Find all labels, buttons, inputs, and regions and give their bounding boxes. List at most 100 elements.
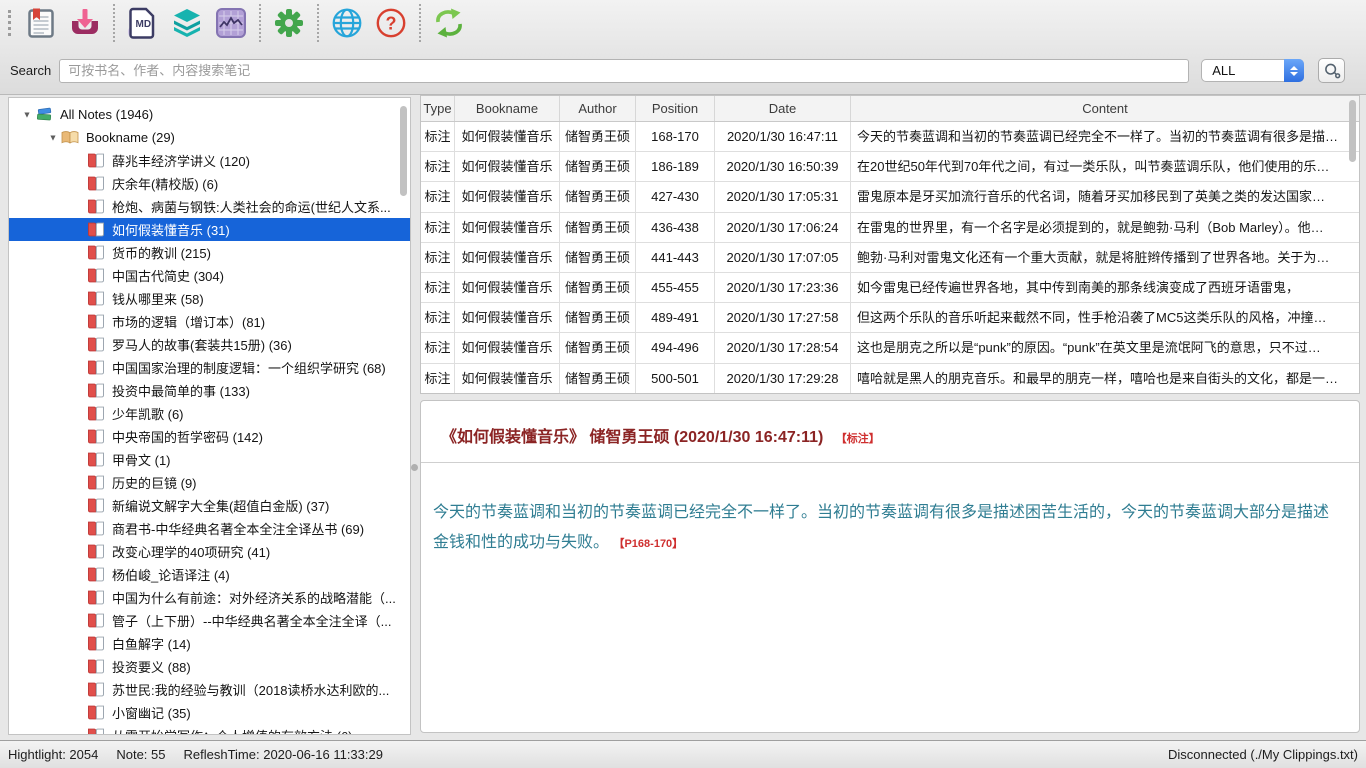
tree-item-icon [87,544,107,560]
tree-item-label: 少年凯歌 (6) [112,404,184,423]
tree-item[interactable]: ▼ 商君书-中华经典名著全本全注全译丛书 (69) [9,517,410,540]
cell-author: 储智勇王硕 [560,273,636,302]
tree-item[interactable]: ▼ 市场的逻辑（增订本）(81) [9,310,410,333]
sidebar-scrollbar-thumb[interactable] [400,106,407,196]
tree-item-label: 中国为什么有前途：对外经济关系的战略潜能（... [112,588,396,607]
tree-item-label: 如何假装懂音乐 (31) [112,220,230,239]
filter-select[interactable]: ALL [1201,59,1304,82]
cell-bookname: 如何假装懂音乐 [455,152,560,181]
tree-item[interactable]: ▼ 庆余年(精校版) (6) [9,172,410,195]
table-row[interactable]: 标注 如何假装懂音乐 储智勇王硕 489-491 2020/1/30 17:27… [421,303,1359,333]
tree-item[interactable]: ▼ 中国为什么有前途：对外经济关系的战略潜能（... [9,586,410,609]
column-header-content[interactable]: Content [851,96,1359,121]
tree-item[interactable]: ▼ 改变心理学的40项研究 (41) [9,540,410,563]
tree-item[interactable]: ▼ 从零开始学写作：个人增值的有效方法 (6) [9,724,410,735]
tree-item[interactable]: ▼ 如何假装懂音乐 (31) [9,218,410,241]
search-input[interactable] [59,59,1189,83]
table-header-row: Type Bookname Author Position Date Conte… [421,96,1359,122]
tree-item[interactable]: ▼ 少年凯歌 (6) [9,402,410,425]
column-header-author[interactable]: Author [560,96,636,121]
settings-button[interactable] [267,3,311,43]
column-header-position[interactable]: Position [636,96,715,121]
cell-bookname: 如何假装懂音乐 [455,182,560,211]
tree-item[interactable]: ▼ 中国古代简史 (304) [9,264,410,287]
tree-item[interactable]: ▼ 钱从哪里来 (58) [9,287,410,310]
table-row[interactable]: 标注 如何假装懂音乐 储智勇王硕 436-438 2020/1/30 17:06… [421,213,1359,243]
tree-item-icon [87,222,107,238]
tree-item-label: 白鱼解字 (14) [112,634,191,653]
tree-item[interactable]: ▼ All Notes (1946) [9,103,410,126]
red-book-icon [87,636,105,651]
tree-item[interactable]: ▼ 薛兆丰经济学讲义 (120) [9,149,410,172]
tree-item[interactable]: ▼ 小窗幽记 (35) [9,701,410,724]
table-row[interactable]: 标注 如何假装懂音乐 储智勇王硕 494-496 2020/1/30 17:28… [421,333,1359,363]
tree-item-label: 中国古代简史 (304) [112,266,224,285]
md-export-button[interactable]: MD [121,3,165,43]
red-book-icon [87,452,105,467]
red-book-icon [87,705,105,720]
tree-item-icon [87,245,107,261]
table-row[interactable]: 标注 如何假装懂音乐 储智勇王硕 427-430 2020/1/30 17:05… [421,182,1359,212]
panel-splitter-handle[interactable] [411,464,418,471]
red-book-icon [87,429,105,444]
tree-item[interactable]: ▼ 中国国家治理的制度逻辑：一个组织学研究 (68) [9,356,410,379]
cell-type: 标注 [421,122,455,151]
tree-item[interactable]: ▼ 历史的巨镜 (9) [9,471,410,494]
tree-item[interactable]: ▼ 甲骨文 (1) [9,448,410,471]
tree-item[interactable]: ▼ 管子（上下册）--中华经典名著全本全注全译（... [9,609,410,632]
table-row[interactable]: 标注 如何假装懂音乐 储智勇王硕 500-501 2020/1/30 17:29… [421,364,1359,394]
tree-item[interactable]: ▼ Bookname (29) [9,126,410,149]
table-row[interactable]: 标注 如何假装懂音乐 储智勇王硕 455-455 2020/1/30 17:23… [421,273,1359,303]
help-button[interactable]: ? [369,3,413,43]
search-button[interactable] [1318,58,1345,83]
toolbar-separator [419,4,421,42]
tree-item[interactable]: ▼ 枪炮、病菌与钢铁:人类社会的命运(世纪人文系... [9,195,410,218]
column-header-date[interactable]: Date [715,96,851,121]
statistics-button[interactable] [209,3,253,43]
tree-item[interactable]: ▼ 投资要义 (88) [9,655,410,678]
column-header-bookname[interactable]: Bookname [455,96,560,121]
table-row[interactable]: 标注 如何假装懂音乐 储智勇王硕 186-189 2020/1/30 16:50… [421,152,1359,182]
tree-item[interactable]: ▼ 货币的教训 (215) [9,241,410,264]
refresh-button[interactable] [427,3,471,43]
import-download-icon [69,8,101,38]
tree-item-icon [87,498,107,514]
tree-item-icon [87,199,107,215]
svg-text:MD: MD [136,19,152,30]
tree-item[interactable]: ▼ 中央帝国的哲学密码 (142) [9,425,410,448]
column-header-type[interactable]: Type [421,96,455,121]
tree-item-label: 从零开始学写作：个人增值的有效方法 (6) [112,726,353,735]
tree-item[interactable]: ▼ 新编说文解字大全集(超值白金版) (37) [9,494,410,517]
table-row[interactable]: 标注 如何假装懂音乐 储智勇王硕 441-443 2020/1/30 17:07… [421,243,1359,273]
tree-item[interactable]: ▼ 苏世民:我的经验与教训（2018读桥水达利欧的... [9,678,410,701]
import-clippings-button[interactable] [63,3,107,43]
table-scrollbar-thumb[interactable] [1349,100,1356,162]
tree-item[interactable]: ▼ 白鱼解字 (14) [9,632,410,655]
tree-item-label: 市场的逻辑（增订本）(81) [112,312,265,331]
tree-item-icon [87,521,107,537]
detail-divider [421,462,1359,463]
cell-content: 雷鬼原本是牙买加流行音乐的代名词，随着牙买加移民到了英美之类的发达国家… [851,182,1359,211]
tree-item-icon [87,406,107,422]
tree-item-icon [87,383,107,399]
red-book-icon [87,360,105,375]
notes-document-icon [28,8,54,38]
note-detail-panel: 《如何假装懂音乐》 储智勇王硕 (2020/1/30 16:47:11) 【标注… [420,400,1360,733]
tree-item-label: 中国国家治理的制度逻辑：一个组织学研究 (68) [112,358,386,377]
tree-item[interactable]: ▼ 罗马人的故事(套装共15册) (36) [9,333,410,356]
toolbar-drag-handle[interactable] [8,10,11,36]
expand-triangle-icon[interactable]: ▼ [44,133,62,143]
tree-item[interactable]: ▼ 投资中最简单的事 (133) [9,379,410,402]
red-book-icon [87,176,105,191]
table-row[interactable]: 标注 如何假装懂音乐 储智勇王硕 168-170 2020/1/30 16:47… [421,122,1359,152]
notes-document-button[interactable] [19,3,63,43]
tree-item-label: 历史的巨镜 (9) [112,473,197,492]
cell-type: 标注 [421,243,455,272]
layers-merge-button[interactable] [165,3,209,43]
svg-text:?: ? [386,14,397,34]
web-button[interactable] [325,3,369,43]
tree-item-icon [87,659,107,675]
tree-item-label: 枪炮、病菌与钢铁:人类社会的命运(世纪人文系... [112,197,391,216]
expand-triangle-icon[interactable]: ▼ [18,110,36,120]
tree-item[interactable]: ▼ 杨伯峻_论语译注 (4) [9,563,410,586]
